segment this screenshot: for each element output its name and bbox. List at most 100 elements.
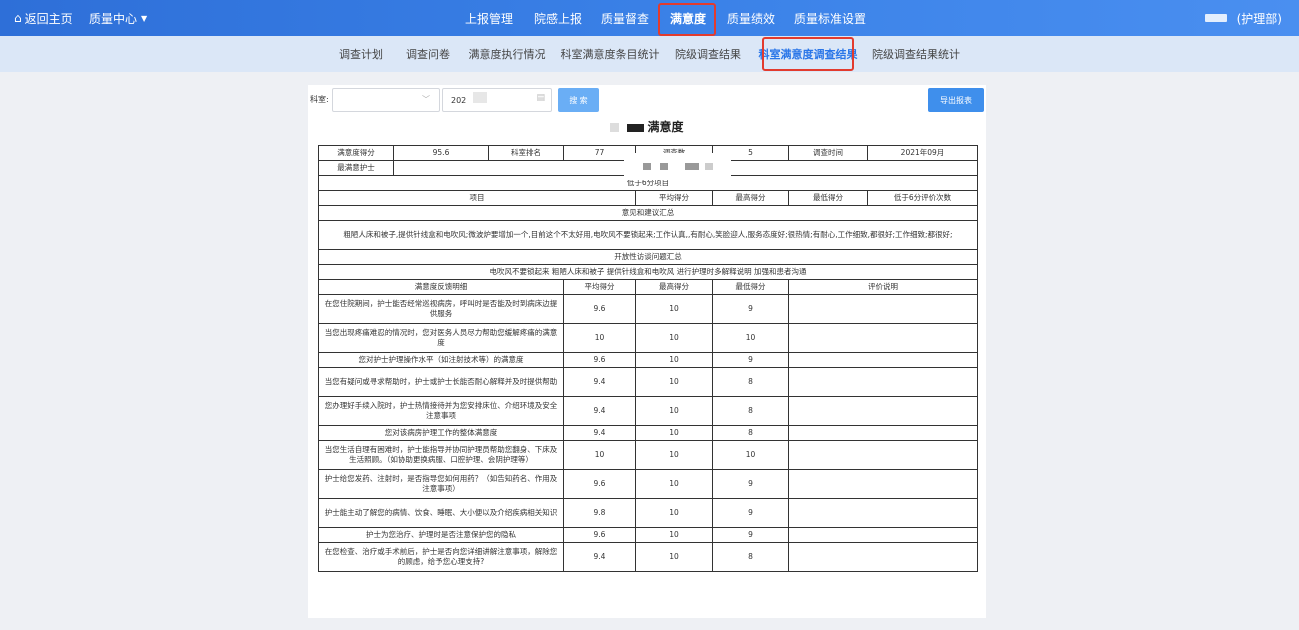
home-link[interactable]: ⌂ 返回主页 xyxy=(14,0,73,36)
detail-max: 10 xyxy=(635,440,713,470)
open-section-title: 开放性访谈问题汇总 xyxy=(318,249,978,265)
detail-max: 10 xyxy=(635,396,713,426)
quality-center-menu[interactable]: 质量中心 ▼ xyxy=(89,0,147,36)
detail-item: 当您生活自理有困难时，护士能指导并协同护理员帮助您翻身、下床及生活照顾。（如协助… xyxy=(318,440,564,470)
detail-row: 当您有疑问或寻求帮助时，护士或护士长能否耐心解释并及时提供帮助 9.4 10 8 xyxy=(318,367,978,397)
score-label: 满意度得分 xyxy=(318,145,394,161)
calendar-icon: ▤ xyxy=(536,93,545,103)
low-header-max: 最高得分 xyxy=(712,190,789,206)
nav-report-management[interactable]: 上报管理 xyxy=(459,0,519,36)
detail-header-item: 满意度反馈明细 xyxy=(318,279,564,295)
detail-row: 您办理好手续入院时，护士热情接待并为您安排床位、介绍环境及安全注意事项 9.4 … xyxy=(318,396,978,426)
detail-note xyxy=(788,542,978,572)
detail-min: 10 xyxy=(712,323,789,353)
detail-row: 当您出现疼痛难忍的情况时，您对医务人员尽力帮助您缓解疼痛的满意度 10 10 1… xyxy=(318,323,978,353)
month-picker-value: 202 xyxy=(451,96,467,105)
rank-label: 科室排名 xyxy=(488,145,564,161)
redaction-block xyxy=(643,163,651,170)
detail-avg: 10 xyxy=(563,440,636,470)
opinion-text-row: 粗陋人床和被子,提供针线盒和电吹风;微波炉要增加一个,目前这个不太好用,电吹风不… xyxy=(318,220,978,250)
detail-avg: 9.4 xyxy=(563,425,636,441)
detail-min: 10 xyxy=(712,440,789,470)
highlight-box-dept-results xyxy=(762,37,854,71)
tab-dept-item-stats[interactable]: 科室满意度条目统计 xyxy=(561,36,660,72)
tab-execution-status[interactable]: 满意度执行情况 xyxy=(468,36,546,72)
nav-quality-performance[interactable]: 质量绩效 xyxy=(721,0,781,36)
detail-header-row: 满意度反馈明细 平均得分 最高得分 最低得分 评价说明 xyxy=(318,279,978,295)
tab-hospital-result-stats[interactable]: 院级调查结果统计 xyxy=(872,36,960,72)
detail-max: 10 xyxy=(635,469,713,499)
month-picker-blur xyxy=(473,92,487,103)
chevron-down-icon: ﹀ xyxy=(422,95,430,104)
detail-avg: 9.6 xyxy=(563,294,636,324)
detail-min: 9 xyxy=(712,527,789,543)
dept-select[interactable]: ﹀ xyxy=(332,88,440,112)
detail-row: 您对护士护理操作水平（如注射技术等）的满意度 9.6 10 9 xyxy=(318,352,978,368)
home-label: 返回主页 xyxy=(24,11,73,26)
score-value: 95.6 xyxy=(393,145,489,161)
open-section-text: 电吹风不要锁起来 粗陋人床和被子 提供针线盒和电吹风 进行护理时多解释说明 加强… xyxy=(318,264,978,280)
highlight-box-satisfaction xyxy=(658,3,716,36)
detail-max: 10 xyxy=(635,542,713,572)
satisfaction-report-table: 满意度得分 95.6 科室排名 77 调查数 5 调查时间 2021年09月 最… xyxy=(318,145,978,572)
low-header-min: 最低得分 xyxy=(788,190,868,206)
detail-max: 10 xyxy=(635,294,713,324)
opinion-section-text: 粗陋人床和被子,提供针线盒和电吹风;微波炉要增加一个,目前这个不太好用,电吹风不… xyxy=(318,220,978,250)
detail-row: 护士为您治疗、护理时是否注意保护您的隐私 9.6 10 9 xyxy=(318,527,978,543)
detail-item: 护士能主动了解您的病情、饮食、睡眠、大小便以及介绍疾病相关知识 xyxy=(318,498,564,528)
detail-note xyxy=(788,425,978,441)
detail-item: 在您检查、治疗或手术前后，护士是否向您详细讲解注意事项，解除您的顾虑，给予您心理… xyxy=(318,542,564,572)
tab-questionnaire[interactable]: 调查问卷 xyxy=(402,36,454,72)
detail-row: 当您生活自理有困难时，护士能指导并协同护理员帮助您翻身、下床及生活照顾。（如协助… xyxy=(318,440,978,470)
top-navigation-bar: ⌂ 返回主页 质量中心 ▼ 上报管理 院感上报 质量督查 满意度 质量绩效 质量… xyxy=(0,0,1299,36)
open-title-row: 开放性访谈问题汇总 xyxy=(318,249,978,265)
detail-note xyxy=(788,469,978,499)
detail-avg: 9.4 xyxy=(563,367,636,397)
detail-item: 您对该病房护理工作的整体满意度 xyxy=(318,425,564,441)
caret-down-icon: ▼ xyxy=(141,13,148,23)
redacted-nurse-names xyxy=(624,153,731,180)
home-icon: ⌂ xyxy=(14,11,22,25)
detail-header-avg: 平均得分 xyxy=(563,279,636,295)
detail-row: 护士给您发药、注射时，是否指导您如何用药？（如告知药名、作用及注意事项） 9.6… xyxy=(318,469,978,499)
nav-quality-standards[interactable]: 质量标准设置 xyxy=(790,0,870,36)
detail-max: 10 xyxy=(635,498,713,528)
detail-min: 9 xyxy=(712,294,789,324)
survey-time-value: 2021年09月 xyxy=(867,145,978,161)
detail-item: 您办理好手续入院时，护士热情接待并为您安排床位、介绍环境及安全注意事项 xyxy=(318,396,564,426)
detail-max: 10 xyxy=(635,323,713,353)
detail-max: 10 xyxy=(635,367,713,397)
nav-infection-report[interactable]: 院感上报 xyxy=(528,0,588,36)
detail-item: 当您出现疼痛难忍的情况时，您对医务人员尽力帮助您缓解疼痛的满意度 xyxy=(318,323,564,353)
detail-header-max: 最高得分 xyxy=(635,279,713,295)
detail-item: 当您有疑问或寻求帮助时，护士或护士长能否耐心解释并及时提供帮助 xyxy=(318,367,564,397)
detail-min: 8 xyxy=(712,542,789,572)
detail-header-note: 评价说明 xyxy=(788,279,978,295)
export-report-button[interactable]: 导出报表 xyxy=(928,88,984,112)
user-avatar-placeholder xyxy=(1204,14,1227,22)
sub-navigation-bar: 调查计划 调查问卷 满意度执行情况 科室满意度条目统计 院级调查结果 科室满意度… xyxy=(0,36,1299,72)
user-menu[interactable]: (护理部) xyxy=(1204,0,1282,36)
detail-row: 在您检查、治疗或手术前后，护士是否向您详细讲解注意事项，解除您的顾虑，给予您心理… xyxy=(318,542,978,572)
detail-max: 10 xyxy=(635,527,713,543)
tab-survey-plan[interactable]: 调查计划 xyxy=(335,36,387,72)
tab-hospital-results[interactable]: 院级调查结果 xyxy=(675,36,741,72)
detail-avg: 10 xyxy=(563,323,636,353)
detail-item: 护士给您发药、注射时，是否指导您如何用药？（如告知药名、作用及注意事项） xyxy=(318,469,564,499)
search-button[interactable]: 搜 索 xyxy=(558,88,599,112)
detail-item: 您对护士护理操作水平（如注射技术等）的满意度 xyxy=(318,352,564,368)
dept-filter-label: 科室: xyxy=(310,95,329,104)
detail-note xyxy=(788,323,978,353)
redaction-block xyxy=(660,163,668,170)
detail-min: 8 xyxy=(712,367,789,397)
nav-quality-inspection[interactable]: 质量督查 xyxy=(595,0,655,36)
title-dept-mask xyxy=(627,123,645,132)
user-role-label: (护理部) xyxy=(1236,11,1282,26)
detail-min: 8 xyxy=(712,396,789,426)
survey-time-label: 调查时间 xyxy=(788,145,868,161)
detail-min: 9 xyxy=(712,498,789,528)
detail-max: 10 xyxy=(635,425,713,441)
low-header-avg: 平均得分 xyxy=(635,190,713,206)
detail-note xyxy=(788,352,978,368)
month-picker[interactable]: 202 ▤ xyxy=(442,88,552,112)
